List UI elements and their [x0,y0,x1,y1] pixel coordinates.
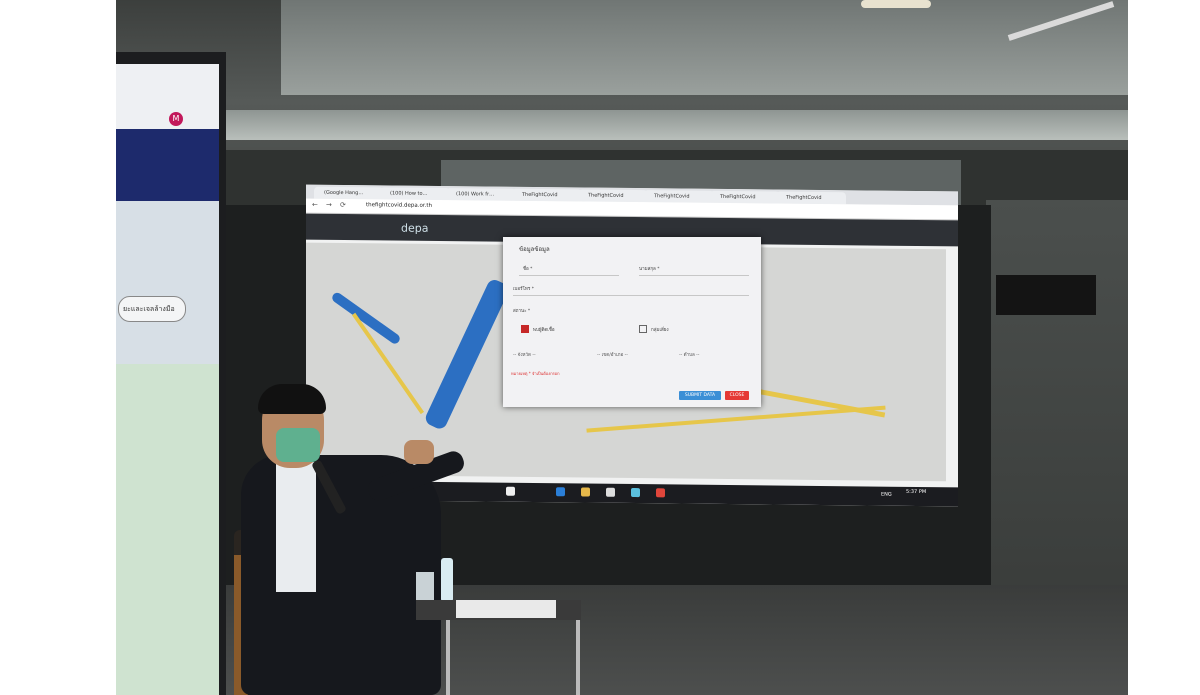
road [586,405,886,433]
infected-label: พบผู้ติดเชื้อ [533,328,555,333]
ceiling-beam [281,0,1128,95]
browser-tab[interactable]: TheFightCovid [512,188,582,202]
browser-tab[interactable]: TheFightCovid [644,190,714,203]
browser-tab[interactable]: (100) Work fr… [446,188,516,201]
last-name-input[interactable] [639,275,749,276]
ceiling-light [861,0,931,8]
presenter-body [241,455,441,695]
first-name-input[interactable] [519,275,619,276]
papers [456,600,556,618]
presenter-shirt [276,462,316,592]
tablet-header [116,129,219,201]
search-icon[interactable] [506,486,515,496]
water-bottle [441,558,453,602]
risk-group-label: กลุ่มเสี่ยง [651,328,669,333]
table-leg [576,620,580,695]
first-name-label: ชื่อ * [523,267,533,272]
right-wall-panel [986,200,1128,600]
add-data-dialog: ข้อมูลข้อมูล ชื่อ * นามสกุล * เบอร์โทร *… [503,237,761,407]
last-name-label: นามสกุล * [639,267,660,272]
river [330,290,402,346]
district-select[interactable]: -- เขต/อำเภอ -- [597,351,628,358]
folder-icon[interactable] [581,487,590,497]
close-button[interactable]: CLOSE [725,391,749,400]
browser-tab[interactable]: TheFightCovid [710,190,780,204]
app-icon[interactable] [631,487,640,498]
risk-group-checkbox[interactable] [639,325,647,333]
dialog-title: ข้อมูลข้อมูล [519,246,550,253]
face-mask [276,428,320,462]
ceiling-beam-lower [226,110,1128,140]
chrome-icon[interactable] [656,488,665,498]
forward-icon[interactable]: → [326,201,332,209]
infected-checkbox[interactable] [521,325,529,333]
tablet-device: M ยะและเจลล้างมือ [116,52,226,695]
phone-label: เบอร์โทร * [513,287,534,292]
submit-data-button[interactable]: SUBMIT DATA [679,391,721,400]
browser-tab[interactable]: TheFightCovid [776,191,846,205]
edge-icon[interactable] [556,487,565,497]
subdistrict-select[interactable]: -- ตำบล -- [679,351,699,358]
browser-tab[interactable]: (Google Hang… [314,186,384,200]
status-label: สถานะ * [513,309,531,314]
reload-icon[interactable]: ⟳ [340,201,346,209]
browser-tab[interactable]: TheFightCovid [578,189,648,203]
equipment-rack [996,275,1096,315]
presenter-hand [404,440,434,464]
phone-input[interactable] [513,295,749,296]
tablet-browser-chrome: M [116,64,219,129]
avatar[interactable]: M [169,112,183,126]
photo: (Google Hang… (100) How to… (100) Work f… [116,0,1128,695]
depa-logo: depa [401,221,429,235]
province-select[interactable]: -- จังหวัด -- [513,351,536,358]
tablet-pill-button[interactable]: ยะและเจลล้างมือ [118,296,186,322]
store-icon[interactable] [606,487,615,497]
required-note: หมายเหตุ * จำเป็นต้องกรอก [511,371,560,376]
taskbar-lang: ENG [881,491,892,498]
url-text: thefightcovid.depa.or.th [366,202,433,209]
back-icon[interactable]: ← [312,201,318,209]
tablet-map[interactable] [116,364,219,695]
presenter-hair [258,384,326,414]
table-leg [446,620,450,695]
browser-tab[interactable]: (100) How to… [380,187,450,201]
taskbar-clock: 5:37 PM [906,488,927,496]
tablet-screen: M ยะและเจลล้างมือ [116,64,219,695]
river [423,277,511,432]
